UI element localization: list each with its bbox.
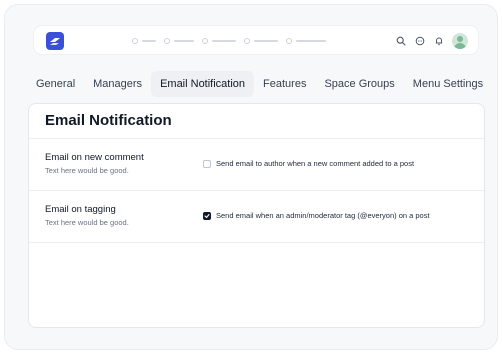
nav-item-placeholder[interactable] bbox=[244, 38, 278, 44]
tagging-checkbox[interactable] bbox=[203, 211, 211, 220]
check-icon bbox=[204, 213, 210, 218]
setting-subtitle: Text here would be good. bbox=[45, 218, 129, 227]
tagging-option[interactable]: Send email when an admin/moderator tag (… bbox=[203, 211, 430, 220]
settings-tabs: General Managers Email Notification Feat… bbox=[27, 71, 492, 97]
topbar-actions bbox=[395, 31, 468, 51]
divider bbox=[29, 190, 484, 191]
tab-managers[interactable]: Managers bbox=[84, 71, 151, 97]
checkbox-label: Send email when an admin/moderator tag (… bbox=[216, 211, 430, 220]
tab-space-groups[interactable]: Space Groups bbox=[315, 71, 403, 97]
brand-logo-icon[interactable] bbox=[46, 32, 64, 50]
nav-item-placeholder[interactable] bbox=[132, 38, 156, 44]
tab-email-notification[interactable]: Email Notification bbox=[151, 71, 255, 97]
nav-item-placeholder[interactable] bbox=[286, 38, 326, 44]
bell-icon[interactable] bbox=[433, 35, 445, 47]
settings-card: Email Notification Email on new comment … bbox=[28, 103, 485, 328]
checkbox-label: Send email to author when a new comment … bbox=[216, 159, 415, 168]
divider bbox=[29, 138, 484, 139]
search-icon[interactable] bbox=[395, 35, 407, 47]
setting-title: Email on new comment bbox=[45, 152, 144, 163]
tab-features[interactable]: Features bbox=[254, 71, 315, 97]
top-bar bbox=[33, 25, 479, 55]
new-comment-checkbox[interactable] bbox=[203, 159, 211, 168]
tab-menu-settings[interactable]: Menu Settings bbox=[404, 71, 492, 97]
nav-item-placeholder[interactable] bbox=[202, 38, 236, 44]
chat-icon[interactable] bbox=[414, 35, 426, 47]
divider bbox=[29, 242, 484, 243]
page-title: Email Notification bbox=[45, 112, 172, 129]
tab-general[interactable]: General bbox=[27, 71, 84, 97]
setting-title: Email on tagging bbox=[45, 204, 116, 215]
app-frame: General Managers Email Notification Feat… bbox=[4, 4, 498, 350]
new-comment-option[interactable]: Send email to author when a new comment … bbox=[203, 159, 414, 168]
avatar[interactable] bbox=[452, 33, 468, 49]
nav-item-placeholder[interactable] bbox=[164, 38, 194, 44]
setting-subtitle: Text here would be good. bbox=[45, 166, 129, 175]
nav-placeholder bbox=[132, 36, 326, 46]
